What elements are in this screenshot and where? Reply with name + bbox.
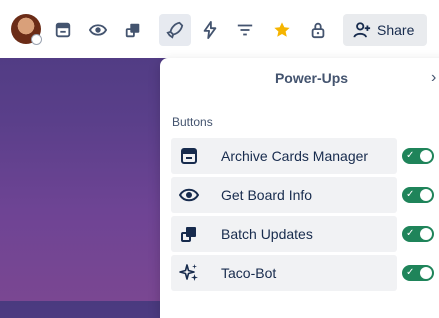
toggle-knob [420,150,432,162]
toggle-archive-cards-manager[interactable]: ✓ [402,148,434,164]
lock-icon [311,22,325,39]
chevron-right-icon[interactable]: › [431,69,436,87]
power-up-label: Archive Cards Manager [221,148,369,164]
add-person-icon [353,22,371,38]
power-ups-button[interactable] [159,14,191,46]
eye-icon [171,185,207,205]
admin-badge-icon [31,34,42,45]
star-icon [274,22,290,37]
check-icon: ✓ [406,189,415,200]
power-up-row-batch-updates[interactable]: Batch Updates [171,216,397,252]
share-label: Share [377,22,415,38]
sparkles-icon [171,263,207,283]
get-board-info-button[interactable] [82,14,114,46]
eye-icon [89,24,107,36]
archive-icon [171,146,207,166]
visibility-button[interactable] [302,14,334,46]
automation-button[interactable] [194,14,226,46]
filter-icon [237,24,253,36]
check-icon: ✓ [406,228,415,239]
power-up-row-get-board-info[interactable]: Get Board Info [171,177,397,213]
batch-icon [125,23,140,38]
panel-title: Power-Ups [274,70,349,86]
power-up-row-archive-cards-manager[interactable]: Archive Cards Manager [171,138,397,174]
check-icon: ✓ [406,150,415,161]
filter-button[interactable] [229,14,261,46]
toggle-batch-updates[interactable]: ✓ [402,226,434,242]
toggle-knob [420,189,432,201]
board-header-bar: Share [0,0,439,58]
power-up-row-taco-bot[interactable]: Taco-Bot [171,255,397,291]
bolt-icon [203,21,217,39]
star-button[interactable] [266,14,298,46]
batch-updates-button[interactable] [117,14,149,46]
check-icon: ✓ [406,267,415,278]
toggle-knob [420,267,432,279]
archive-icon [55,22,71,38]
archive-button[interactable] [47,14,79,46]
toggle-taco-bot[interactable]: ✓ [402,265,434,281]
share-button[interactable]: Share [343,14,427,46]
toggle-get-board-info[interactable]: ✓ [402,187,434,203]
power-up-label: Batch Updates [221,226,313,242]
power-up-label: Get Board Info [221,187,313,203]
power-ups-panel: Power-Ups › Buttons Archive Cards Manage… [160,58,439,318]
power-up-label: Taco-Bot [221,265,277,281]
toggle-knob [420,228,432,240]
rocket-icon [166,21,184,39]
batch-icon [171,224,207,244]
section-label: Buttons [172,115,213,129]
